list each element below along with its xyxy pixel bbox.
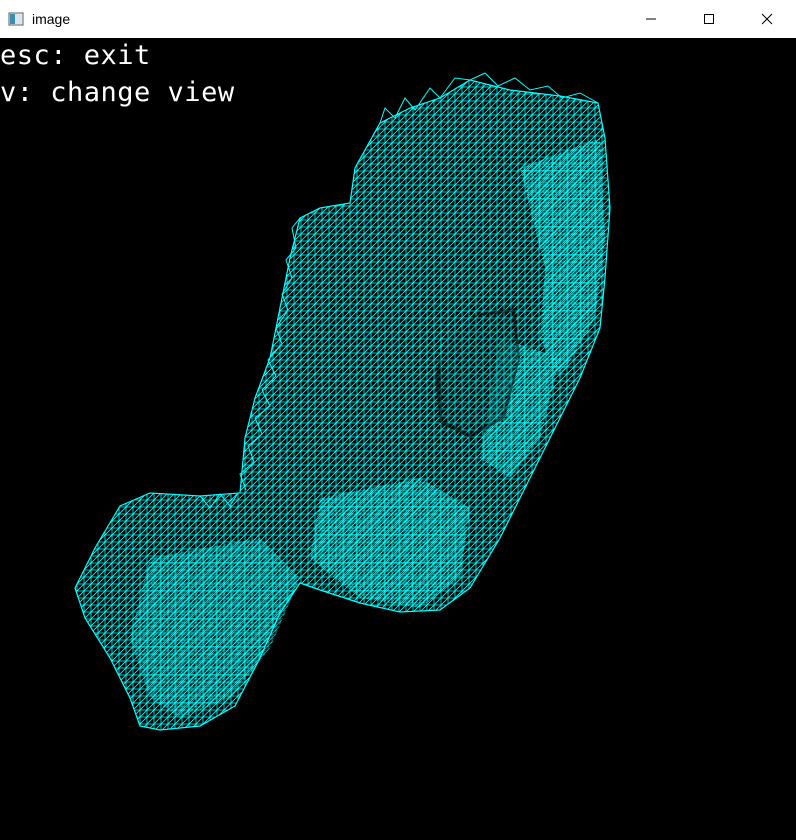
maximize-button[interactable] <box>680 0 738 38</box>
close-button[interactable] <box>738 0 796 38</box>
minimize-button[interactable] <box>622 0 680 38</box>
exit-hint-text: esc: exit <box>0 40 151 71</box>
image-window-icon <box>8 11 24 27</box>
minimize-icon <box>646 18 656 20</box>
title-bar[interactable]: image <box>0 0 796 38</box>
render-canvas[interactable]: esc: exit v: change view <box>0 38 796 840</box>
image-window: image esc: exit v: change view <box>0 0 796 840</box>
close-icon <box>761 13 773 25</box>
view-hint-text: v: change view <box>0 77 235 108</box>
face-mesh-wireframe <box>74 72 611 731</box>
caption-buttons <box>622 0 796 38</box>
window-title: image <box>32 11 71 27</box>
maximize-icon <box>704 14 714 24</box>
